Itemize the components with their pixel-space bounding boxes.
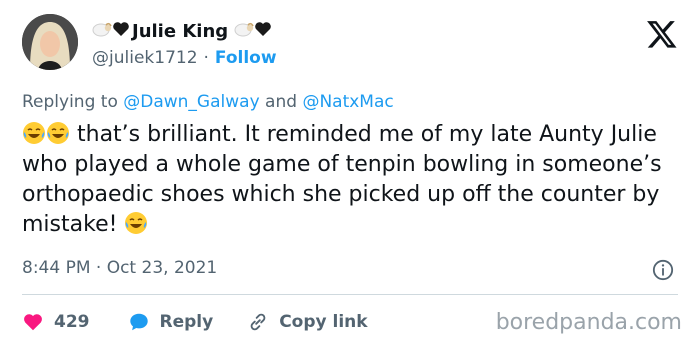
like-count: 429 <box>54 312 90 332</box>
author-name[interactable]: Julie King <box>132 21 228 42</box>
face-with-tears-of-joy-icon <box>23 122 45 144</box>
like-button[interactable]: 429 <box>22 311 90 333</box>
reply-label: Reply <box>159 312 214 332</box>
black-heart-icon <box>112 21 130 41</box>
divider <box>22 294 678 295</box>
mention-link[interactable]: @NatxMac <box>302 92 393 112</box>
ram-emoji-icon <box>234 20 254 42</box>
black-heart-icon <box>254 21 272 41</box>
reply-joiner: and <box>265 92 298 112</box>
action-bar: 429 Reply Copy link <box>22 306 368 338</box>
watermark: boredpanda.com <box>495 310 682 335</box>
reply-context: Replying to @Dawn_Galway and @NatxMac <box>22 92 394 112</box>
tweet-timestamp[interactable]: 8:44 PM · Oct 23, 2021 <box>22 258 217 278</box>
separator-dot: · <box>203 48 209 68</box>
tweet-text: that’s brilliant. It reminded me of my l… <box>22 122 662 237</box>
face-with-tears-of-joy-icon <box>125 212 148 234</box>
speech-bubble-icon <box>129 313 148 331</box>
face-with-tears-of-joy-icon <box>47 122 69 144</box>
link-icon <box>250 313 266 331</box>
copy-link-label: Copy link <box>279 312 368 332</box>
mention-link[interactable]: @Dawn_Galway <box>123 92 259 112</box>
info-icon[interactable] <box>652 259 674 281</box>
avatar[interactable] <box>22 14 78 70</box>
author-handle[interactable]: @juliek1712 <box>92 48 198 68</box>
x-logo-icon[interactable] <box>646 18 678 50</box>
copy-link-button[interactable]: Copy link <box>247 311 368 333</box>
author-handle-line: @juliek1712 · Follow <box>92 48 277 68</box>
tweet-body: that’s brilliant. It reminded me of my l… <box>22 120 662 240</box>
reply-button[interactable]: Reply <box>128 311 214 333</box>
author-name-line[interactable]: Julie King <box>92 18 272 44</box>
follow-button[interactable]: Follow <box>215 48 277 68</box>
reply-prefix: Replying to <box>22 92 118 112</box>
ram-emoji-icon <box>92 20 112 42</box>
avatar-image <box>22 14 78 70</box>
heart-icon <box>24 314 42 331</box>
